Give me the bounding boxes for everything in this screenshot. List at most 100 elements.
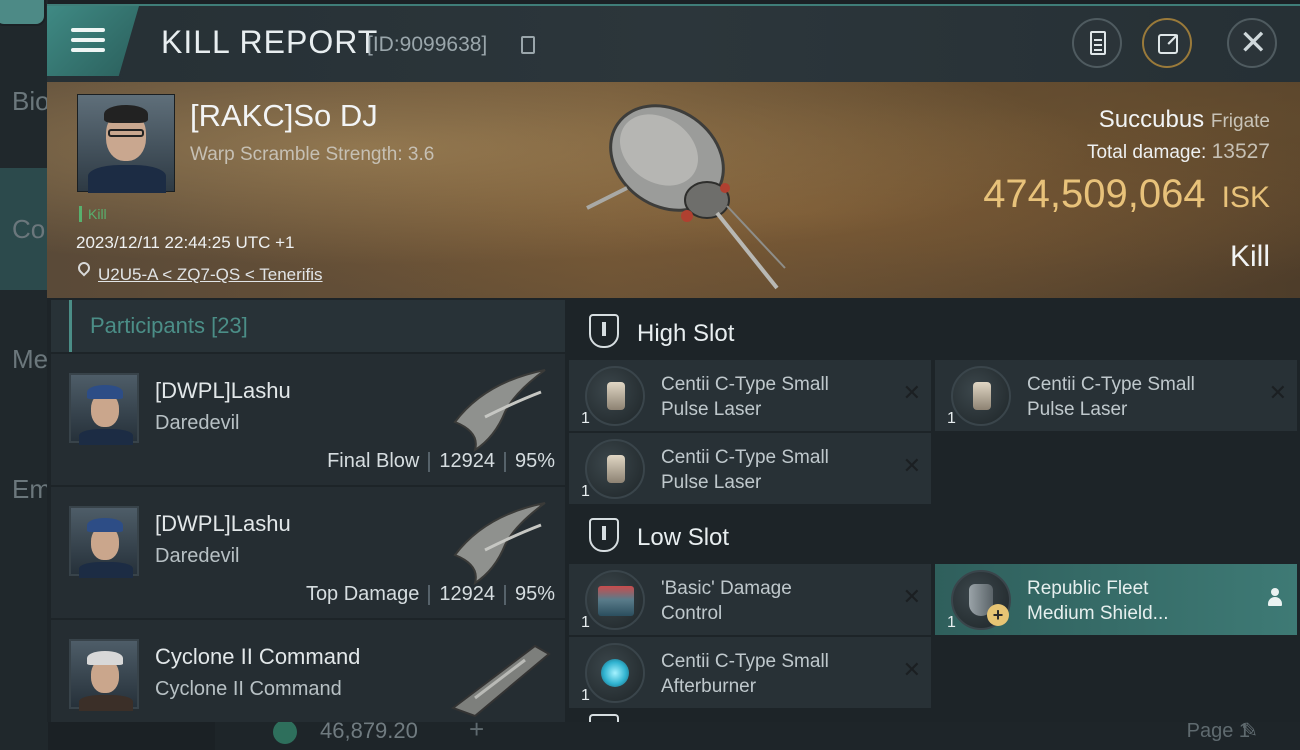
currency-icon: [273, 720, 297, 744]
participant-row[interactable]: [DWPL]Lashu Daredevil Top Damage 12924 95%: [51, 487, 565, 618]
high-slot-grid: 1 Centii C-Type Small Pulse Laser ✕ 1 Ce…: [569, 360, 1300, 504]
background-label-bio: Bio: [12, 86, 50, 116]
module-name: Republic Fleet Medium Shield...: [1027, 578, 1169, 624]
high-slot-label: High Slot: [637, 320, 735, 347]
participants-header: Participants [23]: [51, 300, 565, 352]
isk-unit: ISK: [1221, 181, 1270, 214]
close-button[interactable]: ✕: [1227, 18, 1277, 68]
background-label-em: Em: [12, 474, 51, 504]
high-slot-header: High Slot: [569, 300, 1300, 360]
victim-ship-class: Frigate: [1210, 111, 1270, 132]
module-slot[interactable]: 1 Centii C-Type Small Pulse Laser ✕: [569, 433, 931, 504]
total-damage-value: 13527: [1211, 140, 1270, 163]
destroyed-x-icon: ✕: [902, 380, 921, 405]
participant-damage: 12924: [439, 450, 495, 472]
next-slot-header-partial: [569, 714, 1300, 722]
high-slot-icon: [589, 314, 619, 348]
module-quantity: 1: [581, 614, 590, 631]
participants-panel: Participants [23] [DWPL]Lashu Daredevil …: [51, 300, 565, 722]
participant-ship-image: [453, 369, 546, 452]
participant-stats: Top Damage 12924 95%: [306, 583, 555, 606]
destroyed-x-icon: ✕: [902, 584, 921, 609]
clipboard-button[interactable]: [1072, 18, 1122, 68]
menu-icon: [71, 28, 105, 32]
participant-percent: 95%: [514, 450, 555, 472]
total-damage-label: Total damage:: [1086, 142, 1207, 163]
module-name: Centii C-Type Small Pulse Laser: [661, 447, 829, 493]
module-quantity: 1: [947, 410, 956, 427]
victim-name: [RAKC]So DJ: [190, 98, 378, 133]
low-slot-icon: [589, 518, 619, 552]
module-slot[interactable]: 1 Centii C-Type Small Afterburner ✕: [569, 637, 931, 708]
empty-slot: [935, 433, 1297, 504]
victim-ship-name: Succubus: [1098, 106, 1205, 133]
kill-location-link[interactable]: U2U5-A < ZQ7-QS < Tenerifis: [98, 265, 323, 285]
module-quantity: 1: [947, 614, 956, 631]
participant-name: [DWPL]Lashu: [155, 378, 291, 403]
participant-ship: Daredevil: [155, 412, 240, 434]
person-icon: [1267, 588, 1283, 606]
module-name: Centii C-Type Small Pulse Laser: [1027, 374, 1195, 420]
background-sidebar: Bio Co Me Em: [0, 0, 51, 750]
low-slot-label: Low Slot: [637, 524, 730, 551]
module-slot[interactable]: 1 Centii C-Type Small Pulse Laser ✕: [935, 360, 1297, 431]
report-id: [ID:9099638]: [367, 33, 488, 56]
module-slot[interactable]: 1 'Basic' Damage Control ✕: [569, 564, 931, 635]
background-label-me: Me: [12, 344, 49, 374]
damage-control-icon: [585, 570, 645, 630]
modal-header: KILL REPORT [ID:9099638] ↗ ✕: [47, 6, 1300, 82]
isk-amount: 474,509,064: [983, 172, 1206, 216]
kill-result: Kill: [1229, 240, 1270, 273]
participant-damage: 12924: [439, 583, 495, 605]
participant-avatar[interactable]: [69, 373, 139, 445]
participant-name: [DWPL]Lashu: [155, 511, 291, 536]
afterburner-icon: [585, 643, 645, 703]
pulse-laser-icon: [951, 366, 1011, 426]
background-menu-button: [0, 0, 46, 26]
participant-ship: Cyclone II Command: [155, 678, 342, 700]
background-label-co: Co: [12, 214, 46, 244]
fitting-panel: High Slot 1 Centii C-Type Small Pulse La…: [569, 300, 1300, 722]
kill-datetime: 2023/12/11 22:44:25 UTC +1: [76, 233, 295, 252]
victim-ship-image: [586, 104, 786, 290]
module-name: Centii C-Type Small Pulse Laser: [661, 374, 829, 420]
participant-percent: 95%: [514, 583, 555, 605]
module-slot[interactable]: + 1 Republic Fleet Medium Shield...: [935, 564, 1297, 635]
participant-avatar[interactable]: [69, 506, 139, 578]
destroyed-x-icon: ✕: [902, 657, 921, 682]
pulse-laser-icon: [585, 366, 645, 426]
destroyed-x-icon: ✕: [902, 453, 921, 478]
module-name: 'Basic' Damage Control: [661, 578, 792, 624]
kill-report-modal: KILL REPORT [ID:9099638] ↗ ✕ [RAKC]So DJ…: [47, 4, 1300, 722]
menu-button[interactable]: [47, 6, 139, 76]
module-name: Centii C-Type Small Afterburner: [661, 651, 829, 697]
close-icon: ✕: [1239, 24, 1268, 62]
victim-ship: Succubus Frigate: [1099, 106, 1270, 134]
victim-panel: [RAKC]So DJ Warp Scramble Strength: 3.6 …: [47, 82, 1300, 298]
empty-slot: [935, 637, 1297, 708]
module-quantity: 1: [581, 410, 590, 427]
low-slot-header: Low Slot: [569, 504, 1300, 564]
victim-portrait[interactable]: [77, 94, 175, 193]
clipboard-icon: [1090, 31, 1106, 55]
participant-ship: Daredevil: [155, 545, 240, 567]
module-slot[interactable]: 1 Centii C-Type Small Pulse Laser ✕: [569, 360, 931, 431]
module-quantity: 1: [581, 687, 590, 704]
copy-icon[interactable]: [521, 36, 535, 54]
participant-row[interactable]: Cyclone II Command Cyclone II Command: [51, 620, 565, 722]
participant-stats: Final Blow 12924 95%: [327, 450, 555, 473]
participant-role: Top Damage: [305, 583, 420, 605]
share-button[interactable]: ↗: [1142, 18, 1192, 68]
location-pin-icon: [75, 259, 93, 277]
participants-count: [23]: [211, 313, 248, 338]
isk-value: 474,509,064 ISK: [983, 172, 1270, 217]
low-slot-grid: 1 'Basic' Damage Control ✕ + 1 Republic …: [569, 564, 1300, 708]
participant-avatar[interactable]: [69, 639, 139, 711]
participant-row[interactable]: [DWPL]Lashu Daredevil Final Blow 12924 95%: [51, 354, 565, 485]
total-damage: Total damage: 13527: [1087, 140, 1270, 164]
participant-name: Cyclone II Command: [155, 644, 361, 669]
participant-ship-image: [453, 502, 546, 585]
slot-shield-icon: [589, 714, 619, 722]
warp-scramble-strength: Warp Scramble Strength: 3.6: [190, 144, 435, 165]
participant-ship-image: [450, 644, 551, 718]
